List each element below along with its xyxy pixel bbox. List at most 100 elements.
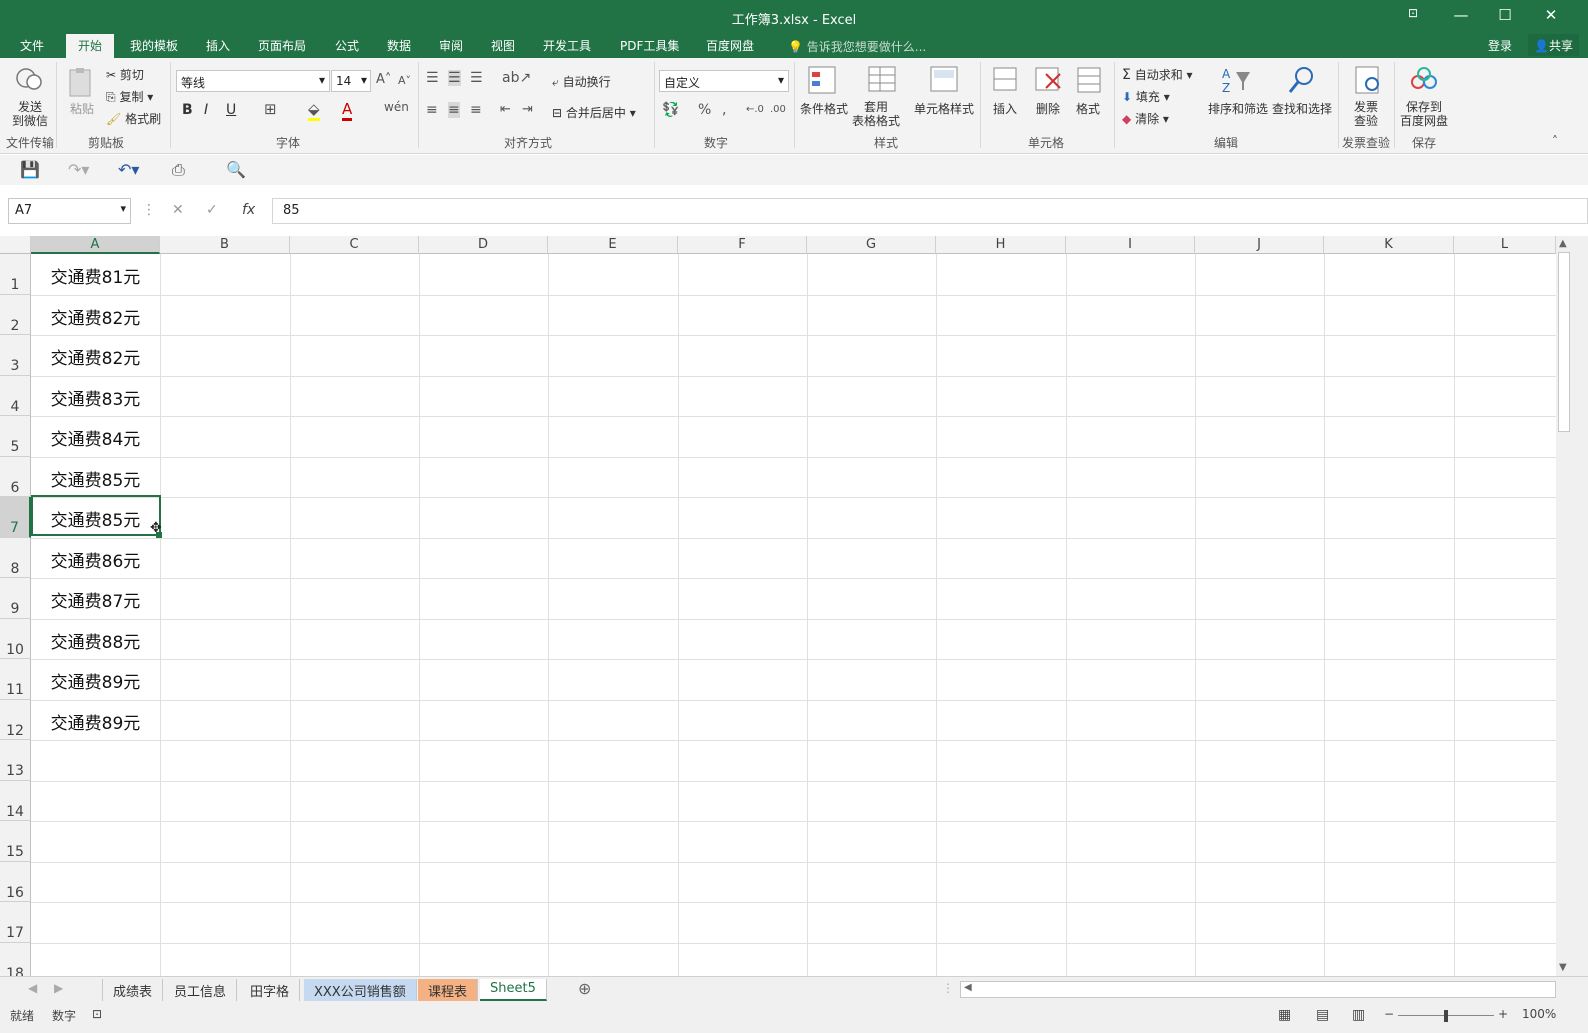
tab-data[interactable]: 数据 <box>387 37 411 54</box>
fill-color-icon[interactable]: ⬙ <box>308 100 320 121</box>
scroll-thumb[interactable] <box>1558 252 1570 432</box>
paste-label[interactable]: 粘贴 <box>70 100 94 117</box>
tab-insert[interactable]: 插入 <box>206 37 230 54</box>
row-header-7[interactable]: 7 <box>0 497 31 538</box>
collapse-ribbon-icon[interactable]: ˄ <box>1552 134 1558 148</box>
name-box[interactable]: A7 ▾ <box>8 198 131 224</box>
currency-icon[interactable]: 💱 <box>662 102 679 118</box>
tab-review[interactable]: 审阅 <box>439 37 463 54</box>
row-header-3[interactable]: 3 <box>0 335 31 376</box>
vertical-scrollbar[interactable]: ▲ ▼ <box>1556 236 1588 976</box>
zoom-level[interactable]: 100% <box>1522 1007 1556 1021</box>
align-bottom-icon[interactable]: ☰ <box>470 70 483 86</box>
macro-record-icon[interactable]: ⊡ <box>92 1007 102 1021</box>
wrap-text-button[interactable]: ⤶ 自动换行 <box>552 73 611 90</box>
ribbon-display-icon[interactable]: ⊡ <box>1398 6 1428 20</box>
scroll-up-icon[interactable]: ▲ <box>1559 238 1567 249</box>
confirm-entry-icon[interactable]: ✓ <box>206 202 218 218</box>
column-header-e[interactable]: E <box>548 236 678 254</box>
column-header-f[interactable]: F <box>678 236 807 254</box>
horizontal-scrollbar[interactable]: ◀ <box>960 981 1556 998</box>
row-header-10[interactable]: 10 <box>0 618 31 659</box>
tell-me-search[interactable]: 💡 告诉我您想要做什么... <box>788 38 926 55</box>
table-format-icon[interactable] <box>866 64 900 98</box>
invoice-check-icon[interactable] <box>1352 64 1386 98</box>
delete-cells-icon[interactable] <box>1032 64 1066 98</box>
maximize-button[interactable]: ☐ <box>1490 6 1520 24</box>
column-header-b[interactable]: B <box>160 236 290 254</box>
tab-pdf-tools[interactable]: PDF工具集 <box>620 37 679 54</box>
cell-a11[interactable]: 交通费89元 <box>31 659 160 700</box>
sheet-tab[interactable]: 田字格 <box>240 979 301 1001</box>
row-header-15[interactable]: 15 <box>0 821 31 862</box>
send-to-wechat-label[interactable]: 发送 到微信 <box>12 100 48 128</box>
paste-icon[interactable] <box>66 66 100 100</box>
next-sheet-icon[interactable]: ▶ <box>54 981 63 995</box>
tab-home[interactable]: 开始 <box>66 34 115 58</box>
sheet-tab-active[interactable]: Sheet5 <box>480 979 547 1001</box>
redo-icon[interactable]: ↷▾ <box>68 160 89 179</box>
format-cells-icon[interactable] <box>1074 64 1108 98</box>
tab-view[interactable]: 视图 <box>491 37 515 54</box>
align-top-icon[interactable]: ☰ <box>426 70 439 86</box>
percent-icon[interactable]: % <box>698 102 711 118</box>
page-layout-view-icon[interactable]: ▤ <box>1316 1007 1329 1023</box>
italic-icon[interactable]: I <box>204 102 208 118</box>
scroll-left-icon[interactable]: ◀ <box>964 982 972 993</box>
decrease-indent-icon[interactable]: ⇤ <box>500 102 511 117</box>
column-header-h[interactable]: H <box>936 236 1066 254</box>
row-header-9[interactable]: 9 <box>0 578 31 619</box>
cut-button[interactable]: ✂ 剪切 <box>106 66 144 83</box>
fill-button[interactable]: ⬇ 填充 ▾ <box>1122 88 1170 105</box>
save-baidu-label[interactable]: 保存到 百度网盘 <box>1400 100 1448 128</box>
tab-page-layout[interactable]: 页面布局 <box>258 37 306 54</box>
cell-a9[interactable]: 交通费87元 <box>31 578 160 619</box>
column-header-c[interactable]: C <box>290 236 419 254</box>
increase-indent-icon[interactable]: ⇥ <box>522 102 533 117</box>
cell-a5[interactable]: 交通费84元 <box>31 416 160 457</box>
cancel-entry-icon[interactable]: ✕ <box>172 202 184 218</box>
orientation-icon[interactable]: ab↗ <box>502 70 531 86</box>
column-header-j[interactable]: J <box>1195 236 1324 254</box>
save-icon[interactable]: 💾 <box>20 160 40 179</box>
sheet-tab[interactable]: 员工信息 <box>164 979 238 1001</box>
login-link[interactable]: 登录 <box>1488 37 1512 54</box>
tab-my-templates[interactable]: 我的模板 <box>130 37 178 54</box>
scroll-down-icon[interactable]: ▼ <box>1559 962 1567 973</box>
row-header-1[interactable]: 1 <box>0 254 31 295</box>
undo-icon[interactable]: ↶▾ <box>118 160 139 179</box>
column-header-i[interactable]: I <box>1066 236 1195 254</box>
prev-sheet-icon[interactable]: ◀ <box>28 981 37 995</box>
add-sheet-icon[interactable]: ⊕ <box>578 979 591 998</box>
column-header-a[interactable]: A <box>31 236 160 254</box>
share-button[interactable]: 👤共享 <box>1528 34 1579 56</box>
cell-a2[interactable]: 交通费82元 <box>31 295 160 336</box>
column-header-d[interactable]: D <box>419 236 548 254</box>
tab-developer[interactable]: 开发工具 <box>543 37 591 54</box>
underline-icon[interactable]: U <box>226 102 236 118</box>
row-header-14[interactable]: 14 <box>0 780 31 821</box>
row-header-12[interactable]: 12 <box>0 699 31 740</box>
sheet-tab[interactable]: 课程表 <box>418 979 479 1001</box>
cell-style-label[interactable]: 单元格样式 <box>914 100 974 117</box>
minimize-button[interactable]: — <box>1446 6 1476 24</box>
row-header-11[interactable]: 11 <box>0 659 31 700</box>
number-format-select[interactable]: 自定义 ▾ <box>659 70 789 92</box>
cell-a4[interactable]: 交通费83元 <box>31 376 160 417</box>
sort-filter-label[interactable]: 排序和筛选 <box>1208 100 1268 117</box>
sort-filter-icon[interactable]: AZ <box>1220 64 1254 98</box>
print-preview-icon[interactable]: ⎙ <box>172 160 185 180</box>
increase-decimal-icon[interactable]: ←.0 <box>746 104 764 115</box>
decrease-decimal-icon[interactable]: .00 <box>770 104 786 115</box>
normal-view-icon[interactable]: ▦ <box>1278 1007 1291 1023</box>
sheet-tab[interactable]: 成绩表 <box>102 979 164 1001</box>
page-break-view-icon[interactable]: ▥ <box>1352 1007 1365 1023</box>
column-header-k[interactable]: K <box>1324 236 1454 254</box>
find-select-icon[interactable] <box>1286 64 1320 98</box>
align-center-icon[interactable]: ≡ <box>448 102 460 118</box>
cell-a10[interactable]: 交通费88元 <box>31 619 160 660</box>
row-header-4[interactable]: 4 <box>0 375 31 416</box>
zoom-slider-thumb[interactable] <box>1444 1010 1448 1022</box>
clear-button[interactable]: ◆ 清除 ▾ <box>1122 110 1169 127</box>
table-format-label[interactable]: 套用 表格格式 <box>852 100 900 128</box>
